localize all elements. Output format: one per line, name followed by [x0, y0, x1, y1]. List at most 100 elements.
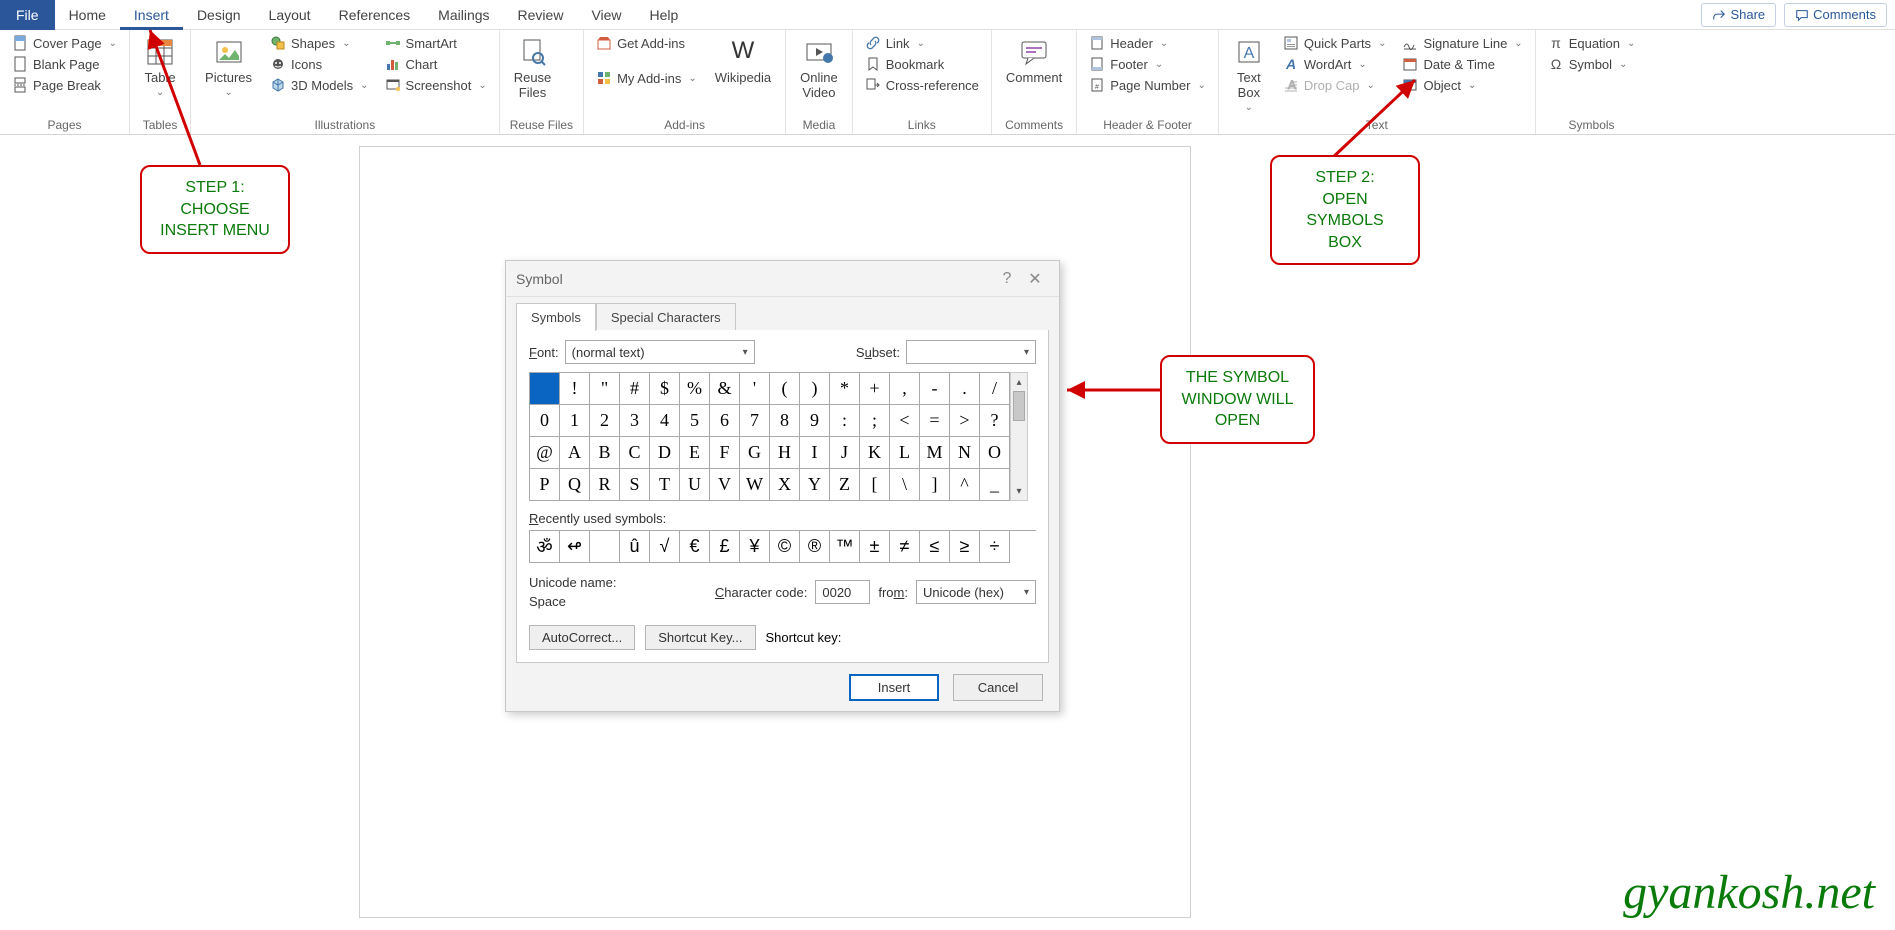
tab-layout[interactable]: Layout: [255, 0, 325, 30]
equation-button[interactable]: π Equation⌄: [1546, 34, 1638, 52]
link-button[interactable]: Link⌄: [863, 34, 981, 52]
subset-select[interactable]: ▾: [906, 340, 1036, 364]
symbol-cell[interactable]: J: [830, 437, 860, 469]
online-video-button[interactable]: Online Video: [796, 34, 842, 102]
drop-cap-button[interactable]: A Drop Cap⌄: [1281, 76, 1389, 94]
symbol-cell[interactable]: ': [740, 373, 770, 405]
object-button[interactable]: Object⌄: [1400, 76, 1524, 94]
symbol-cell[interactable]: >: [950, 405, 980, 437]
symbol-cell[interactable]: L: [890, 437, 920, 469]
recent-symbol-cell[interactable]: ¥: [740, 531, 770, 563]
symbol-cell[interactable]: X: [770, 469, 800, 501]
symbol-cell[interactable]: #: [620, 373, 650, 405]
tab-help[interactable]: Help: [636, 0, 693, 30]
symbol-cell[interactable]: 8: [770, 405, 800, 437]
shapes-button[interactable]: Shapes⌄: [268, 34, 371, 52]
symbol-cell[interactable]: Z: [830, 469, 860, 501]
recent-symbol-cell[interactable]: ÷: [980, 531, 1010, 563]
symbol-cell[interactable]: M: [920, 437, 950, 469]
symbol-cell[interactable]: 3: [620, 405, 650, 437]
smartart-button[interactable]: SmartArt: [383, 34, 489, 52]
quick-parts-button[interactable]: Quick Parts⌄: [1281, 34, 1389, 52]
symbol-cell[interactable]: ?: [980, 405, 1010, 437]
symbol-cell[interactable]: D: [650, 437, 680, 469]
symbol-cell[interactable]: P: [530, 469, 560, 501]
symbol-cell[interactable]: Q: [560, 469, 590, 501]
recent-symbol-cell[interactable]: ®: [800, 531, 830, 563]
tab-design[interactable]: Design: [183, 0, 255, 30]
tab-review[interactable]: Review: [504, 0, 578, 30]
recent-symbol-cell[interactable]: ≠: [890, 531, 920, 563]
symbol-cell[interactable]: 0: [530, 405, 560, 437]
help-button[interactable]: ?: [993, 270, 1021, 288]
close-button[interactable]: ✕: [1021, 269, 1049, 289]
symbol-cell[interactable]: R: [590, 469, 620, 501]
recent-symbol-cell[interactable]: ॐ: [530, 531, 560, 563]
cover-page-button[interactable]: Cover Page⌄: [10, 34, 119, 52]
symbol-cell[interactable]: Y: [800, 469, 830, 501]
wordart-button[interactable]: A WordArt⌄: [1281, 55, 1389, 73]
symbol-cell[interactable]: H: [770, 437, 800, 469]
symbol-cell[interactable]: 9: [800, 405, 830, 437]
tab-references[interactable]: References: [325, 0, 425, 30]
comments-button[interactable]: Comments: [1784, 3, 1887, 27]
symbol-cell[interactable]: 6: [710, 405, 740, 437]
font-select[interactable]: (normal text)▾: [565, 340, 755, 364]
wikipedia-button[interactable]: W Wikipedia: [711, 34, 775, 87]
symbol-cell[interactable]: (: [770, 373, 800, 405]
symbol-cell[interactable]: ): [800, 373, 830, 405]
symbol-cell[interactable]: -: [920, 373, 950, 405]
my-addins-button[interactable]: My Add-ins⌄: [594, 69, 699, 87]
blank-page-button[interactable]: Blank Page: [10, 55, 119, 73]
symbol-cell[interactable]: W: [740, 469, 770, 501]
symbol-cell[interactable]: C: [620, 437, 650, 469]
recent-symbol-cell[interactable]: ™: [830, 531, 860, 563]
symbol-cell[interactable]: $: [650, 373, 680, 405]
recent-symbols[interactable]: ॐ↫û√€£¥©®™±≠≤≥÷: [529, 530, 1036, 563]
tab-view[interactable]: View: [577, 0, 635, 30]
symbol-cell[interactable]: %: [680, 373, 710, 405]
symbol-cell[interactable]: :: [830, 405, 860, 437]
symbol-cell[interactable]: \: [890, 469, 920, 501]
share-button[interactable]: Share: [1701, 3, 1776, 27]
grid-scrollbar[interactable]: ▴ ▾: [1010, 372, 1028, 501]
symbol-cell[interactable]: 1: [560, 405, 590, 437]
symbol-cell[interactable]: G: [740, 437, 770, 469]
symbol-cell[interactable]: F: [710, 437, 740, 469]
symbol-cell[interactable]: [: [860, 469, 890, 501]
symbol-cell[interactable]: =: [920, 405, 950, 437]
tab-file[interactable]: File: [0, 0, 55, 30]
icons-button[interactable]: Icons: [268, 55, 371, 73]
symbol-cell[interactable]: ]: [920, 469, 950, 501]
symbol-cell[interactable]: 7: [740, 405, 770, 437]
symbol-cell[interactable]: K: [860, 437, 890, 469]
header-button[interactable]: Header⌄: [1087, 34, 1208, 52]
scroll-down[interactable]: ▾: [1011, 482, 1027, 500]
symbol-cell[interactable]: 2: [590, 405, 620, 437]
symbol-cell[interactable]: I: [800, 437, 830, 469]
pictures-button[interactable]: Pictures⌄: [201, 34, 256, 100]
symbol-cell[interactable]: 5: [680, 405, 710, 437]
symbol-cell[interactable]: *: [830, 373, 860, 405]
recent-symbol-cell[interactable]: [590, 531, 620, 563]
symbol-cell[interactable]: @: [530, 437, 560, 469]
dialog-titlebar[interactable]: Symbol ? ✕: [506, 261, 1059, 297]
symbol-cell[interactable]: .: [950, 373, 980, 405]
symbol-cell[interactable]: +: [860, 373, 890, 405]
tab-insert[interactable]: Insert: [120, 0, 183, 30]
symbol-cell[interactable]: S: [620, 469, 650, 501]
recent-symbol-cell[interactable]: ±: [860, 531, 890, 563]
symbol-grid[interactable]: !"#$%&'()*+,-./0123456789:;<=>?@ABCDEFGH…: [529, 372, 1010, 501]
symbol-cell[interactable]: &: [710, 373, 740, 405]
page-break-button[interactable]: Page Break: [10, 76, 119, 94]
autocorrect-button[interactable]: AutoCorrect...: [529, 625, 635, 650]
insert-button[interactable]: Insert: [849, 674, 939, 701]
date-time-button[interactable]: Date & Time: [1400, 55, 1524, 73]
text-box-button[interactable]: A Text Box⌄: [1229, 34, 1269, 115]
symbol-cell[interactable]: /: [980, 373, 1010, 405]
symbol-cell[interactable]: <: [890, 405, 920, 437]
tab-special-characters[interactable]: Special Characters: [596, 303, 736, 331]
bookmark-button[interactable]: Bookmark: [863, 55, 981, 73]
shortcut-key-button[interactable]: Shortcut Key...: [645, 625, 755, 650]
scroll-thumb[interactable]: [1013, 391, 1025, 421]
